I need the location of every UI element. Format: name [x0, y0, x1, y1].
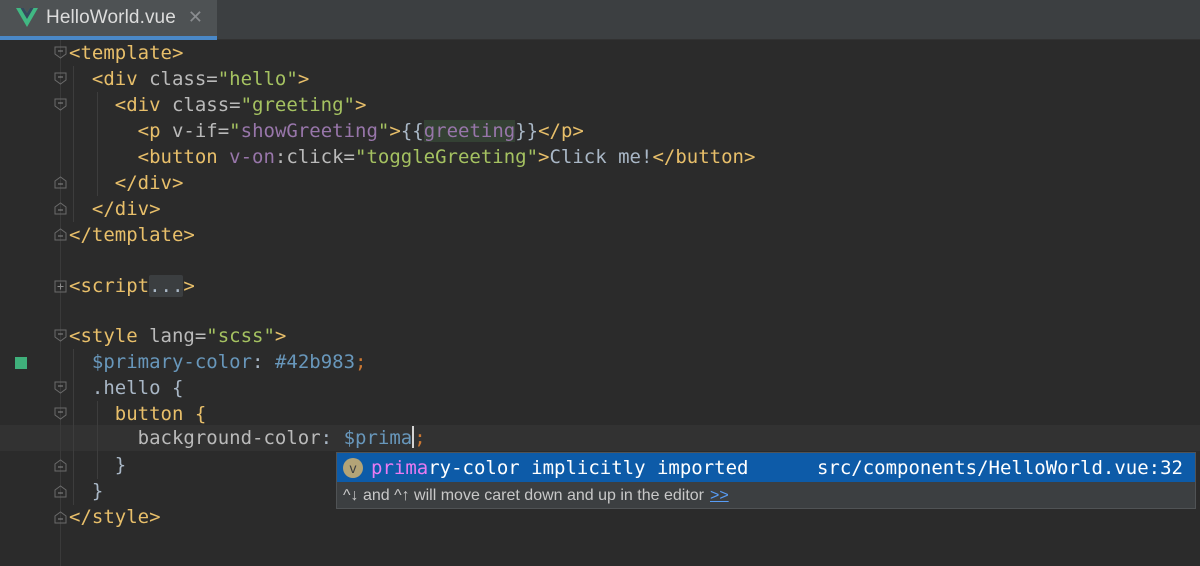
code-token: button {: [114, 403, 207, 425]
code-token: lang=: [149, 325, 207, 347]
fold-end-icon[interactable]: [54, 485, 67, 498]
code-token: Click me!: [549, 146, 653, 168]
code-line[interactable]: </div>: [69, 170, 184, 196]
code-token: <p: [137, 120, 172, 142]
code-line[interactable]: <template>: [69, 40, 183, 66]
completion-popup: v prima ry-color implicitly imported src/…: [336, 452, 1196, 509]
fold-open-icon[interactable]: [54, 329, 67, 342]
code-token: </style>: [69, 506, 161, 528]
code-line[interactable]: </div>: [69, 196, 161, 222]
fold-collapsed-icon[interactable]: [54, 280, 67, 293]
fold-end-icon[interactable]: [54, 511, 67, 524]
code-token: showGreeting: [240, 120, 378, 142]
fold-end-icon[interactable]: [54, 459, 67, 472]
code-token: <div: [91, 68, 150, 90]
fold-open-icon[interactable]: [54, 98, 67, 111]
tab-helloworld-vue[interactable]: HelloWorld.vue ✕: [0, 0, 217, 40]
close-icon[interactable]: ✕: [188, 9, 203, 27]
fold-open-icon[interactable]: [54, 72, 67, 85]
code-token: <div: [114, 94, 172, 116]
code-token: >: [538, 146, 550, 168]
code-token: <style: [69, 325, 150, 347]
code-token: v-if=: [171, 120, 230, 142]
ide-window: HelloWorld.vue ✕ <template> <div class="…: [0, 0, 1200, 566]
code-token: >: [355, 94, 367, 116]
code-token: #42b983: [274, 351, 356, 373]
code-token: }: [91, 480, 104, 502]
code-token: :: [252, 351, 275, 373]
editor-tab-bar: HelloWorld.vue ✕: [0, 0, 1200, 40]
code-token: "scss": [206, 325, 275, 347]
code-token: greeting: [423, 120, 516, 142]
code-token: $primary-color: [91, 351, 253, 373]
vcs-change-marker[interactable]: [15, 357, 27, 369]
completion-rest-text: ry-color implicitly imported: [428, 456, 749, 479]
code-token: >: [389, 120, 401, 142]
code-token: <template>: [69, 42, 184, 64]
code-token: >: [297, 68, 310, 90]
code-line[interactable]: <div class="hello">: [69, 66, 309, 92]
code-token: :: [320, 427, 344, 449]
code-token: v-on: [229, 146, 275, 168]
fold-end-icon[interactable]: [54, 228, 67, 241]
code-line[interactable]: <button v-on:click="toggleGreeting">Clic…: [69, 144, 756, 170]
code-token: </template>: [69, 224, 195, 246]
code-token: ;: [355, 351, 367, 373]
code-token: class=: [171, 94, 241, 116]
code-token: </div>: [114, 172, 184, 194]
code-token: </button>: [652, 146, 756, 168]
code-token: </div>: [91, 198, 161, 220]
vue-logo-icon: [16, 8, 38, 27]
code-token: :click=: [274, 146, 355, 168]
code-line[interactable]: .hello {: [69, 375, 184, 401]
code-line[interactable]: button {: [69, 401, 207, 427]
code-token: >: [183, 275, 195, 297]
code-token: .hello {: [91, 377, 184, 399]
code-line[interactable]: }: [69, 478, 103, 504]
code-token: {{: [400, 120, 424, 142]
hint-more-link[interactable]: >>: [710, 487, 729, 504]
code-line[interactable]: }: [69, 452, 126, 478]
completion-item[interactable]: v prima ry-color implicitly imported src/…: [337, 453, 1195, 482]
completion-location: src/components/HelloWorld.vue:32: [816, 456, 1183, 479]
code-line[interactable]: </style>: [69, 504, 161, 530]
code-line[interactable]: <p v-if="showGreeting">{{greeting}}</p>: [69, 118, 584, 144]
code-token: "greeting": [240, 94, 355, 116]
completion-hint: ^↓ and ^↑ will move caret down and up in…: [343, 483, 729, 509]
code-token: }: [114, 454, 127, 476]
variable-icon: v: [343, 457, 363, 478]
code-line[interactable]: <style lang="scss">: [69, 323, 286, 349]
code-line-current[interactable]: background-color: $prima;: [69, 425, 426, 451]
fold-end-icon[interactable]: [54, 176, 67, 189]
tab-title: HelloWorld.vue: [46, 7, 176, 28]
code-token: $prima: [343, 427, 413, 449]
code-token: </p>: [538, 120, 584, 142]
code-token: "hello": [217, 68, 298, 90]
fold-open-icon[interactable]: [54, 407, 67, 420]
code-token: class=: [149, 68, 218, 90]
code-token: background-color: [137, 427, 321, 449]
code-line[interactable]: <div class="greeting">: [69, 92, 367, 118]
code-line[interactable]: <script...>: [69, 273, 195, 299]
code-line[interactable]: $primary-color: #42b983;: [69, 349, 367, 375]
code-token: "toggleGreeting": [355, 146, 539, 168]
folded-region[interactable]: ...: [149, 275, 184, 297]
code-token: ;: [414, 427, 426, 449]
code-token: >: [274, 325, 287, 347]
code-token: <button: [137, 146, 230, 168]
completion-match-text: prima: [371, 456, 429, 479]
code-token: <script: [69, 275, 150, 297]
hint-text: ^↓ and ^↑ will move caret down and up in…: [343, 487, 704, 504]
fold-open-icon[interactable]: [54, 381, 67, 394]
code-line[interactable]: </template>: [69, 222, 195, 248]
code-token: }}: [515, 120, 539, 142]
fold-end-icon[interactable]: [54, 202, 67, 215]
code-token: ": [229, 120, 241, 142]
fold-open-icon[interactable]: [54, 46, 67, 59]
code-token: ": [377, 120, 390, 142]
